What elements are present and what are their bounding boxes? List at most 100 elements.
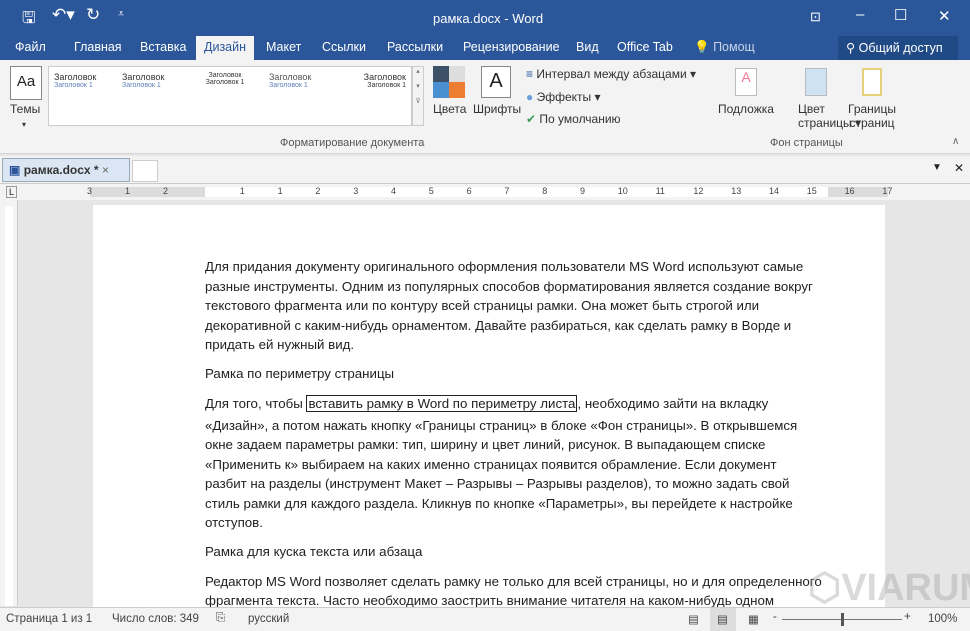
zoom-in-button[interactable]: + [904, 611, 911, 623]
web-layout-icon[interactable]: ▦ [748, 612, 759, 626]
save-icon[interactable]: 🖫 [22, 7, 36, 34]
window-title: рамка.docx - Word [433, 11, 544, 26]
minimize-icon[interactable]: – [856, 6, 864, 23]
redo-icon[interactable]: ↻ [86, 5, 100, 25]
close-icon[interactable]: ✕ [938, 7, 951, 25]
tab-references[interactable]: Ссылки [322, 40, 366, 54]
word-count[interactable]: Число слов: 349 [112, 613, 199, 625]
share-label: Общий доступ [858, 41, 943, 55]
maximize-icon[interactable]: ☐ [894, 6, 907, 24]
tab-selector[interactable]: L [6, 186, 18, 198]
paragraph-line: придать ей нужный вид. [205, 337, 355, 352]
style-gallery-item[interactable]: Заголовок Заголовок 1 [265, 68, 337, 124]
ruler-label: 14 [769, 186, 780, 196]
tab-layout[interactable]: Макет [266, 40, 301, 54]
section-heading: Рамка для куска текста или абзаца [205, 544, 423, 559]
paragraph-line: фрагмента текста. Часто необходимо заост… [205, 593, 775, 608]
check-icon: ✔ [526, 112, 537, 126]
ruler-label: 1 [277, 186, 283, 196]
paragraph-line: окне задаем параметры рамки: тип, ширину… [205, 437, 766, 452]
ruler-label: 1 [239, 186, 245, 196]
tab-view[interactable]: Вид [576, 40, 599, 54]
close-tab-icon[interactable]: × [102, 163, 109, 177]
new-tab-button[interactable] [132, 160, 158, 182]
set-as-default-button[interactable]: ✔ По умолчанию [526, 112, 621, 126]
vertical-ruler[interactable] [0, 200, 18, 606]
zoom-slider-thumb[interactable] [841, 613, 844, 626]
horizontal-ruler[interactable]: L 3 1 2 1 1 2 3 4 5 6 7 8 9 10 11 12 13 14 15 16 17 [0, 184, 970, 200]
gallery-scroll[interactable]: ▴ ▾ ⊽ [412, 66, 424, 126]
ruler-label: 15 [806, 186, 817, 196]
ribbon-tabs: Файл Главная Вставка Дизайн Макет Ссылки… [0, 36, 970, 60]
paragraph-line: отступов. [205, 515, 263, 530]
tell-me[interactable]: 💡 Помощ [694, 40, 755, 55]
watermark-icon: A [735, 68, 757, 96]
paragraph-line: текстового фрагмента или по контуру всей… [205, 298, 760, 313]
status-bar: Страница 1 из 1 Число слов: 349 ⎘ русски… [0, 607, 970, 631]
page-count[interactable]: Страница 1 из 1 [6, 613, 92, 625]
title-bar: 🖫 ↶▾ ↻ ⩡ рамка.docx - Word ⊡ – ☐ ✕ [0, 0, 970, 36]
watermark-logo: ⬡VIARUM [808, 567, 970, 609]
fonts-icon: A [481, 66, 511, 98]
ruler-label: 13 [731, 186, 742, 196]
person-icon: ⚲ [846, 41, 856, 55]
effects-icon: ● [526, 90, 534, 104]
tab-file[interactable]: Файл [15, 40, 46, 54]
tab-review[interactable]: Рецензирование [463, 40, 560, 54]
fonts-button[interactable]: Шрифты [473, 102, 521, 116]
themes-button[interactable]: Темы [10, 102, 40, 116]
themes-dropdown-icon[interactable]: ▾ [22, 120, 26, 129]
style-gallery-item[interactable]: Заголовок Заголовок 1 [190, 68, 260, 124]
paragraph-line: декоративной с каким-нибудь орнаментом. … [205, 318, 792, 333]
paragraph-line: стиль рамки для каждого раздела. Кликнув… [205, 496, 793, 511]
colors-button[interactable]: Цвета [433, 102, 466, 116]
ruler-label: 8 [542, 186, 548, 196]
tab-mailings[interactable]: Рассылки [387, 40, 443, 54]
lightbulb-icon: 💡 [694, 40, 710, 54]
tab-office-tab[interactable]: Office Tab [617, 40, 673, 54]
style-gallery-item[interactable]: Заголовок Заголовок 1 [118, 68, 186, 124]
ruler-label: 1 [125, 186, 131, 196]
text-run: Для того, чтобы [205, 396, 307, 411]
print-layout-icon[interactable]: ▤ [710, 608, 736, 631]
undo-icon[interactable]: ↶▾ [52, 5, 75, 25]
tab-home[interactable]: Главная [74, 40, 122, 54]
section-heading: Рамка по периметру страницы [205, 366, 395, 381]
group-label-background: Фон страницы [770, 137, 843, 149]
watermark-button[interactable]: Подложка [718, 102, 774, 116]
document-tab-bar: ▣ рамка.docx * × ▼ ✕ [0, 156, 970, 184]
share-button[interactable]: ⚲ Общий доступ [838, 36, 958, 60]
paragraph-line: Для придания документу оригинального офо… [205, 259, 804, 274]
ribbon-options-icon[interactable]: ⊡ [810, 9, 821, 25]
document-tab[interactable]: ▣ рамка.docx * × [2, 158, 130, 182]
collapse-ribbon-icon[interactable]: ∧ [952, 136, 959, 147]
language[interactable]: русский [248, 613, 289, 625]
paragraph-line: Редактор MS Word позволяет сделать рамку… [205, 574, 822, 589]
read-mode-icon[interactable]: ▤ [688, 612, 699, 626]
zoom-level[interactable]: 100% [928, 613, 957, 625]
paragraph-line: разбит на разделы (инструмент Макет – Ра… [205, 476, 790, 491]
style-gallery-item[interactable]: Заголовок Заголовок 1 [340, 68, 410, 124]
colors-swatch-icon [433, 66, 465, 98]
paragraph-line: «Дизайн», а потом нажать кнопку «Границы… [205, 418, 798, 433]
text-run: , необходимо зайти на вкладку [577, 396, 769, 411]
ruler-label: 2 [315, 186, 321, 196]
proofing-icon[interactable]: ⎘ [216, 612, 225, 625]
paragraph-spacing-button[interactable]: ≡ Интервал между абзацами ▾ [526, 67, 696, 81]
tab-design[interactable]: Дизайн [196, 36, 255, 60]
page-borders-button[interactable]: Границы страниц [848, 102, 896, 130]
ruler-label: 7 [504, 186, 510, 196]
zoom-out-button[interactable]: - [773, 611, 777, 623]
ruler-label: 17 [882, 186, 893, 196]
boxed-text: вставить рамку в Word по периметру листа [306, 395, 578, 412]
tab-insert[interactable]: Вставка [140, 40, 186, 54]
themes-icon[interactable]: Aa [10, 66, 42, 100]
close-document-icon[interactable]: ✕ [954, 161, 964, 175]
customize-qat-icon[interactable]: ⩡ [118, 8, 124, 21]
effects-button[interactable]: ● Эффекты ▾ [526, 90, 601, 104]
ruler-label: 3 [87, 186, 93, 196]
ruler-label: 2 [163, 186, 169, 196]
tab-list-dropdown-icon[interactable]: ▼ [932, 162, 942, 173]
page-borders-icon [862, 68, 882, 96]
ruler-label: 5 [428, 186, 434, 196]
